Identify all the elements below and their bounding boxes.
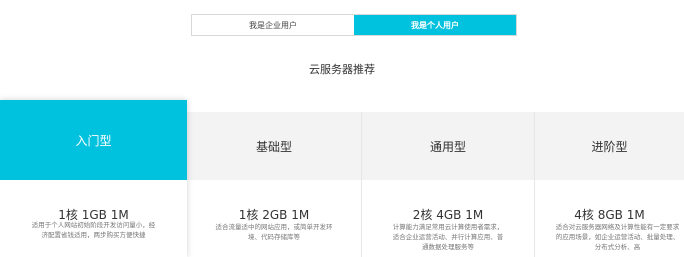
card-entry[interactable]: 入门型 1核 1GB 1M 适用于个人网站初始阶段开发访问量小，经济配置省钱适用… xyxy=(0,100,187,257)
card-basic-spec: 1核 2GB 1M xyxy=(238,208,310,222)
section-title: 云服务器推荐 xyxy=(309,63,375,76)
tab-enterprise-user[interactable]: 我是企业用户 xyxy=(192,15,354,35)
card-advanced-name: 进阶型 xyxy=(535,112,684,180)
card-advanced-desc: 适合对云服务器网络及计算性能有一定要求的应用场景，如企业运营活动、批量处理、分布… xyxy=(555,223,680,251)
card-general-desc: 计算能力满足常用云计算使用者需求，适合企业运营活动、并行计算应用、普通数据处理服… xyxy=(392,223,504,251)
card-basic-desc: 适合流量适中的网站应用，或简单开发环境、代码存储库等 xyxy=(215,223,333,241)
card-advanced[interactable]: 进阶型 4核 8GB 1M 适合对云服务器网络及计算性能有一定要求的应用场景，如… xyxy=(535,112,684,257)
user-type-tabs: 我是企业用户 我是个人用户 xyxy=(191,14,517,36)
card-basic[interactable]: 基础型 1核 2GB 1M 适合流量适中的网站应用，或简单开发环境、代码存储库等 xyxy=(187,112,361,257)
tab-personal-user[interactable]: 我是个人用户 xyxy=(354,15,516,35)
card-entry-name: 入门型 xyxy=(0,100,187,180)
card-entry-desc: 适用于个人网站初始阶段开发访问量小，经济配置省钱适用，两步购买方便快捷 xyxy=(31,221,156,239)
card-general-name: 通用型 xyxy=(362,112,534,180)
card-basic-name: 基础型 xyxy=(187,112,361,180)
server-cards: 入门型 1核 1GB 1M 适用于个人网站初始阶段开发访问量小，经济配置省钱适用… xyxy=(0,100,684,257)
card-general[interactable]: 通用型 2核 4GB 1M 计算能力满足常用云计算使用者需求，适合企业运营活动、… xyxy=(362,112,534,257)
card-general-spec: 2核 4GB 1M xyxy=(412,208,484,222)
card-advanced-spec: 4核 8GB 1M xyxy=(574,208,645,222)
